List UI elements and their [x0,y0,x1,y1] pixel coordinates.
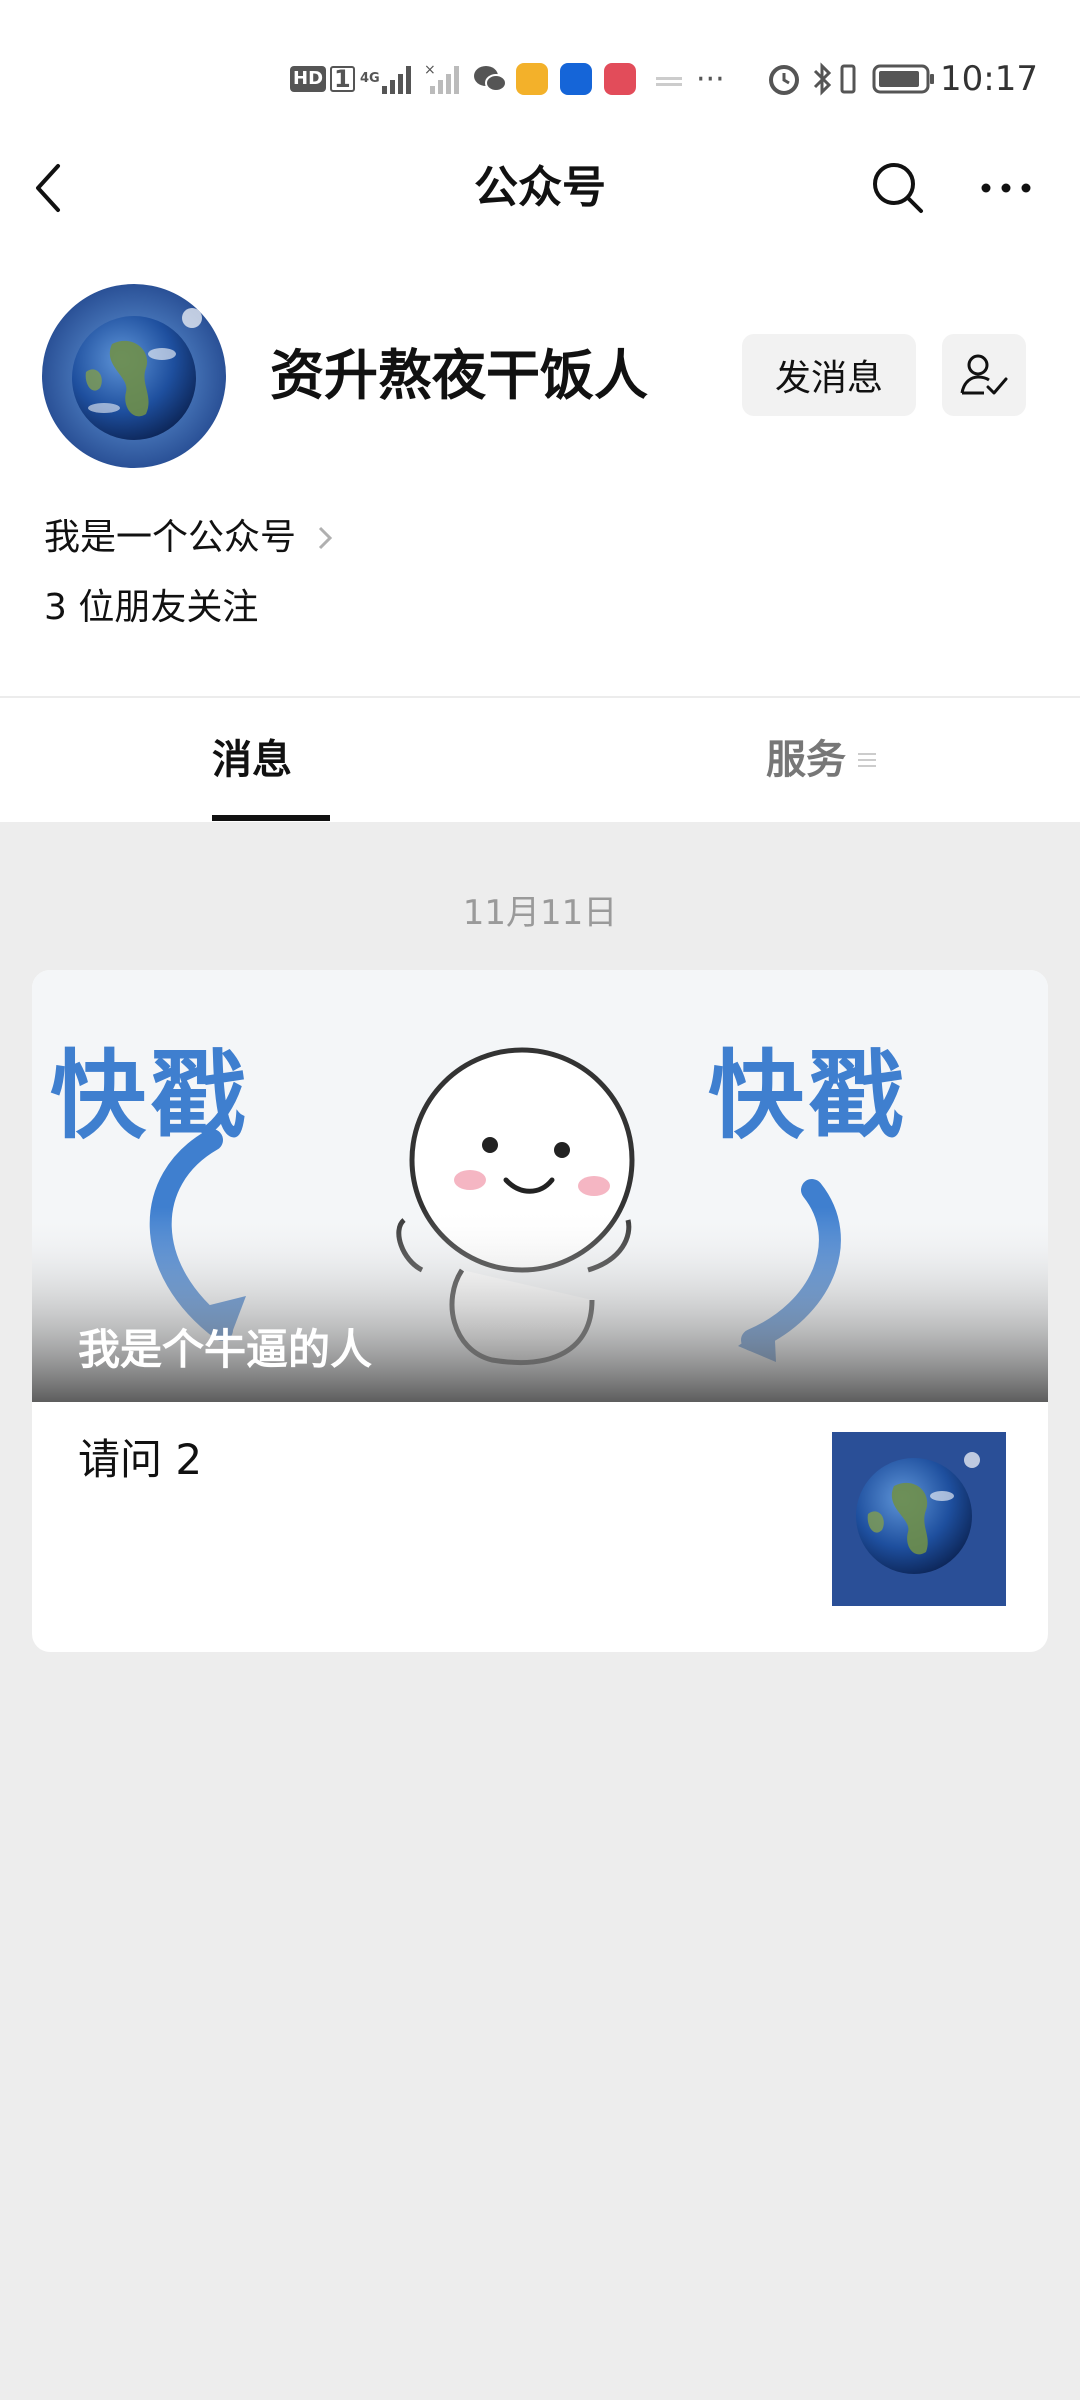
svg-text:×: × [424,62,436,78]
search-icon[interactable] [866,156,930,220]
send-message-button[interactable]: 发消息 [742,334,916,416]
clock: 10:17 [940,59,1038,99]
sub-article-title[interactable]: 请问 2 [78,1428,202,1492]
description-text: 我是一个公众号 [44,517,297,558]
network-label: 4G [360,71,380,86]
app-icon-gray [654,44,684,114]
message-date: 11月11日 [462,893,618,933]
signal-icon: 4G [360,44,420,114]
app-icon-blue [560,44,592,114]
user-check-icon [960,354,1008,395]
hd-badge: HD [290,66,327,92]
article-card[interactable]: 快戳 快戳 我是个牛逼的人 请问 2 [32,970,1048,1652]
account-description[interactable]: 我是一个公众号 [44,510,338,566]
more-notifications: ··· [696,61,725,97]
tab-divider [0,696,1080,698]
vibrate-icon [836,44,860,114]
bluetooth-icon [812,44,834,114]
signal-2-icon: × [424,44,464,114]
sim-badge: 1 [330,66,355,92]
app-icon-red [604,44,636,114]
article-cover-image[interactable]: 快戳 快戳 我是个牛逼的人 [32,970,1048,1402]
status-bar: HD 1 4G × ··· 10:17 [0,44,1080,114]
more-icon[interactable] [974,156,1038,220]
menu-lines-icon [858,753,876,767]
tab-services[interactable]: 服务 [766,724,878,796]
active-tab-indicator [212,815,330,821]
followers-count: 3 位朋友关注 [44,587,259,628]
avatar[interactable] [42,284,226,468]
cover-text-right: 快戳 [708,1040,908,1152]
sub-article-thumbnail[interactable] [832,1432,1006,1606]
hd-indicator: HD 1 [290,44,355,114]
follow-status-button[interactable] [942,334,1026,416]
account-name: 资升熬夜干饭人 [270,344,648,407]
app-icon-yellow [516,44,548,114]
alarm-icon [766,44,802,114]
wechat-icon [472,44,508,114]
chevron-right-icon [318,526,333,550]
tab-services-label: 服务 [766,737,846,783]
article-title: 我是个牛逼的人 [78,1325,373,1374]
cover-text-left: 快戳 [50,1040,250,1152]
battery-icon [872,44,936,114]
tab-messages[interactable]: 消息 [212,724,292,796]
